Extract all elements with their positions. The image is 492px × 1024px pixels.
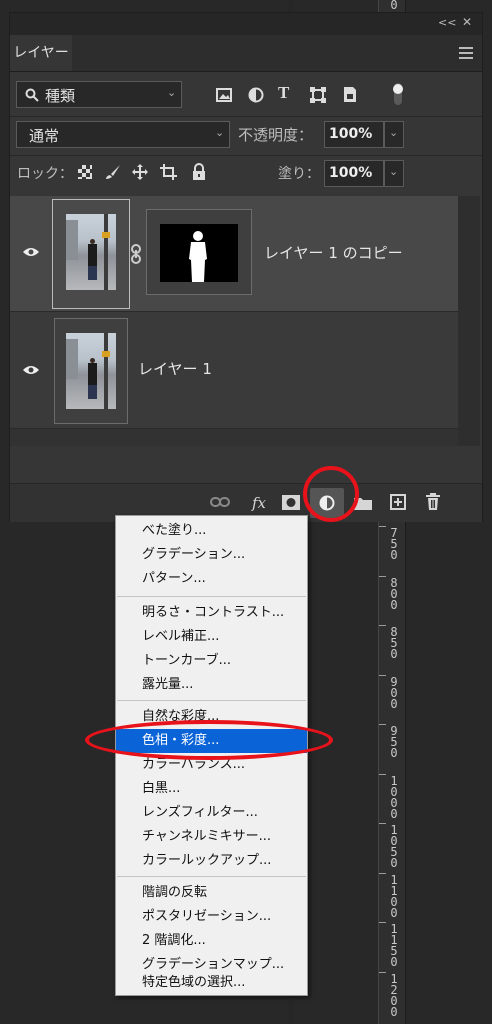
- menu-item-color-lookup[interactable]: カラールックアップ...: [116, 849, 307, 873]
- blend-mode-select[interactable]: 通常 ⌄: [16, 121, 230, 148]
- ruler-tick: [379, 823, 386, 824]
- menu-item-black-white[interactable]: 白黒...: [116, 777, 307, 801]
- menu-item-curves[interactable]: トーンカーブ...: [116, 649, 307, 673]
- opacity-dropdown-button[interactable]: ⌄: [384, 121, 404, 148]
- chevron-down-icon: ⌄: [389, 126, 399, 139]
- lock-image-pixels-icon[interactable]: [105, 164, 121, 180]
- shape-filter-icon[interactable]: [310, 87, 326, 103]
- ruler-tick: [379, 873, 386, 874]
- layer-row-copy[interactable]: レイヤー 1 のコピー: [10, 196, 458, 312]
- layer-thumbnail: [66, 214, 116, 290]
- filter-kind-select[interactable]: 種類 ⌄: [16, 81, 182, 108]
- ruler-tick: [379, 526, 386, 527]
- ruler-label: 1 2 0 0: [390, 972, 398, 1019]
- delete-layer-icon[interactable]: [426, 493, 440, 510]
- menu-separator: [117, 596, 306, 597]
- fill-input[interactable]: 100%: [324, 160, 384, 187]
- blend-mode-value: 通常: [29, 127, 60, 145]
- filter-kind-value: 種類: [45, 87, 76, 105]
- fill-label: 塗り：: [278, 166, 320, 182]
- ruler-tick: [379, 774, 386, 775]
- filter-toggle-switch[interactable]: [392, 83, 404, 107]
- menu-item-gradient[interactable]: グラデーション...: [116, 543, 307, 567]
- menu-item-levels[interactable]: レベル補正...: [116, 625, 307, 649]
- ruler-label: 8 5 0: [390, 625, 398, 661]
- layer-name[interactable]: レイヤー 1 のコピー: [264, 242, 403, 263]
- pixel-filter-icon[interactable]: [216, 88, 232, 102]
- layers-panel: << ✕ レイヤー 種類 ⌄ T 通常 ⌄ 不透明度： 100% ⌄ ロック： …: [9, 12, 483, 522]
- visibility-eye-icon[interactable]: [22, 246, 40, 258]
- layer-thumbnail-frame: [52, 199, 130, 309]
- layer-name[interactable]: レイヤー 1: [138, 358, 212, 379]
- menu-item-solid-color[interactable]: べた塗り...: [116, 519, 307, 543]
- visibility-eye-icon[interactable]: [22, 364, 40, 376]
- ruler-label: 0: [390, 0, 398, 12]
- layers-scrollbar[interactable]: [458, 196, 480, 446]
- ruler-label: 1 0 0 0: [390, 774, 398, 821]
- ruler-tick: [379, 675, 386, 676]
- annotation-oval: [85, 720, 333, 760]
- ruler-label: 1 0 5 0: [390, 823, 398, 870]
- layer-mask-frame: [146, 209, 252, 295]
- ruler-label: 8 0 0: [390, 576, 398, 612]
- smart-object-filter-icon[interactable]: [342, 86, 358, 103]
- fill-value: 100%: [329, 165, 373, 181]
- lock-all-icon[interactable]: [192, 163, 206, 180]
- ruler-label: 1 1 5 0: [390, 922, 398, 969]
- ruler-tick: [379, 625, 386, 626]
- layer-row-original[interactable]: レイヤー 1: [10, 312, 458, 429]
- lock-position-icon[interactable]: [132, 164, 148, 180]
- chevron-down-icon: ⌄: [167, 86, 177, 99]
- close-panel-button[interactable]: ✕: [462, 15, 472, 29]
- layer-thumbnail-frame: [54, 318, 128, 424]
- annotation-circle: [303, 466, 359, 522]
- ruler-tick: [379, 724, 386, 725]
- menu-item-brightness-contrast[interactable]: 明るさ・コントラスト...: [116, 601, 307, 625]
- panel-menu-icon[interactable]: [459, 47, 473, 59]
- layers-list: レイヤー 1 のコピー レイヤー 1: [10, 196, 458, 446]
- layer-thumbnail: [66, 333, 116, 409]
- menu-separator: [117, 700, 306, 701]
- ruler-tick: [379, 922, 386, 923]
- menu-item-channel-mixer[interactable]: チャンネルミキサー...: [116, 825, 307, 849]
- ruler-label: 9 5 0: [390, 724, 398, 760]
- chevron-down-icon: ⌄: [215, 126, 225, 139]
- ruler-tick: [379, 576, 386, 577]
- ruler-label: 9 0 0: [390, 675, 398, 711]
- panel-tab-bar: レイヤー: [10, 35, 482, 72]
- lock-artboard-icon[interactable]: [160, 164, 177, 180]
- ruler-tick: [379, 972, 386, 973]
- layer-mask-thumbnail: [160, 224, 238, 282]
- collapse-panel-button[interactable]: <<: [438, 16, 456, 29]
- mask-link-icon[interactable]: [130, 244, 142, 264]
- opacity-value: 100%: [329, 126, 373, 142]
- opacity-label: 不透明度：: [238, 126, 314, 144]
- opacity-input[interactable]: 100%: [324, 121, 384, 148]
- menu-item-posterize[interactable]: ポスタリゼーション...: [116, 905, 307, 929]
- lock-label: ロック：: [17, 166, 73, 182]
- tab-layers[interactable]: レイヤー: [10, 35, 72, 71]
- menu-item-exposure[interactable]: 露光量...: [116, 673, 307, 697]
- chevron-down-icon: ⌄: [389, 165, 399, 178]
- fill-dropdown-button[interactable]: ⌄: [384, 160, 404, 187]
- menu-item-threshold[interactable]: 2 階調化...: [116, 929, 307, 953]
- type-filter-icon[interactable]: T: [278, 83, 289, 103]
- menu-item-selective-color[interactable]: 特定色域の選択...: [116, 971, 307, 995]
- ruler-label: 7 5 0: [390, 526, 398, 562]
- search-icon: [25, 88, 39, 102]
- add-mask-icon[interactable]: [282, 495, 300, 510]
- link-layers-icon[interactable]: [210, 496, 230, 508]
- menu-item-invert[interactable]: 階調の反転: [116, 881, 307, 905]
- new-layer-icon[interactable]: [390, 494, 406, 510]
- menu-item-photo-filter[interactable]: レンズフィルター...: [116, 801, 307, 825]
- menu-separator: [117, 876, 306, 877]
- panel-title-bar: << ✕: [10, 13, 482, 35]
- menu-item-pattern[interactable]: パターン...: [116, 567, 307, 591]
- adjustment-filter-icon[interactable]: [248, 87, 264, 103]
- ruler-label: 1 1 0 0: [390, 873, 398, 920]
- lock-transparent-pixels-icon[interactable]: [78, 165, 92, 179]
